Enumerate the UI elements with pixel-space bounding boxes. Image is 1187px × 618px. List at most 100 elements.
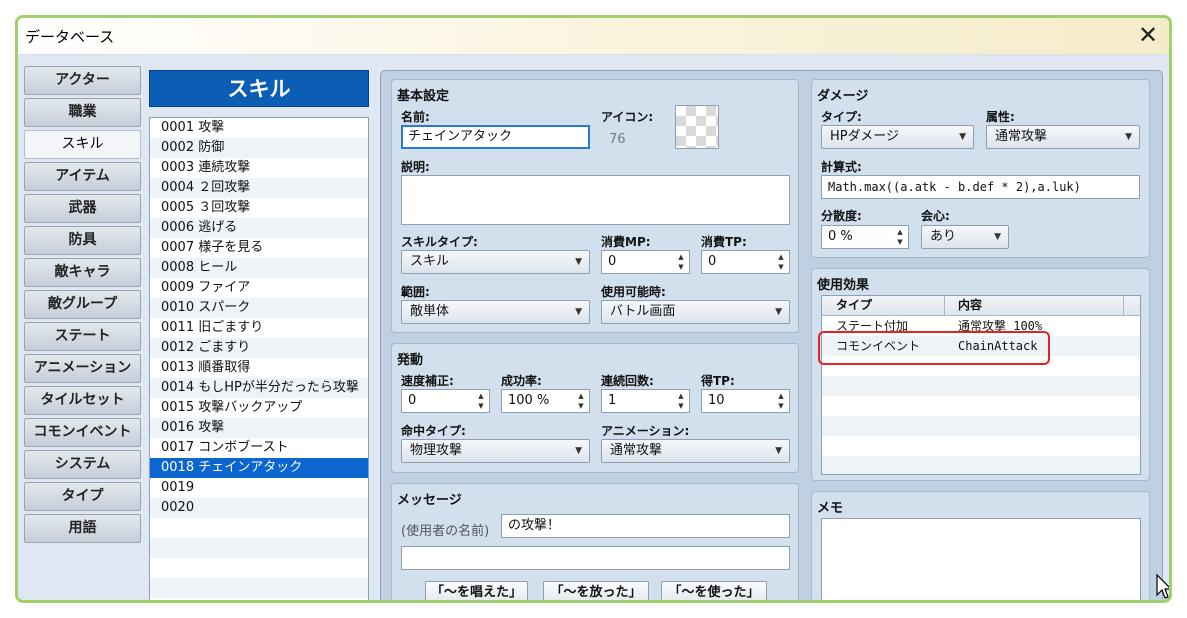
skill-icon-picker[interactable] — [675, 105, 719, 149]
list-item[interactable]: 0003 連続攻撃 — [150, 158, 368, 178]
column-divider[interactable] — [1123, 296, 1124, 316]
chevron-down-icon: ▼ — [575, 307, 582, 317]
tp-gain-value: 10 — [708, 393, 725, 408]
list-item[interactable]: 0006 逃げる — [150, 218, 368, 238]
tp-gain-stepper[interactable]: 10 ▲ ▼ — [701, 389, 790, 413]
table-row[interactable] — [822, 456, 1140, 474]
tab-5[interactable]: 防具 — [24, 226, 141, 255]
list-item[interactable]: 0004 ２回攻撃 — [150, 178, 368, 198]
tab-7[interactable]: 敵グループ — [24, 290, 141, 319]
list-item[interactable]: 0005 ３回攻撃 — [150, 198, 368, 218]
animation-select[interactable]: 通常攻撃 ▼ — [601, 439, 790, 463]
list-item[interactable]: 0020 — [150, 498, 368, 518]
name-input[interactable]: チェインアタック — [401, 125, 590, 149]
spin-arrows-icon[interactable]: ▲ ▼ — [476, 391, 486, 411]
table-row[interactable] — [822, 376, 1140, 396]
skill-list[interactable]: 0001 攻撃 0002 防御 0003 連続攻撃 0004 ２回攻撃 0005 ３回攻… — [149, 117, 369, 600]
list-item[interactable]: 0017 コンボブースト — [150, 438, 368, 458]
mp-cost-stepper[interactable]: 0 ▲ ▼ — [601, 250, 690, 274]
icon-label: アイコン: — [601, 110, 654, 124]
list-item[interactable]: 0007 様子を見る — [150, 238, 368, 258]
formula-input[interactable]: Math.max((a.atk - b.def * 2),a.luk) — [821, 175, 1140, 199]
tab-6[interactable]: 敵キャラ — [24, 258, 141, 287]
list-item[interactable]: 0018 チェインアタック — [150, 458, 368, 478]
list-item[interactable]: 0013 順番取得 — [150, 358, 368, 378]
critical-select[interactable]: あり ▼ — [921, 225, 1009, 249]
effects-table[interactable]: タイプ 内容 ステート付加 通常攻撃 100% コモンイベント ChainAttack — [821, 295, 1141, 475]
message-line1-input[interactable]: の攻撃！ — [501, 514, 790, 538]
description-input[interactable] — [401, 175, 790, 225]
spin-arrows-icon[interactable]: ▲ ▼ — [676, 252, 686, 272]
tab-1[interactable]: 職業 — [24, 98, 141, 127]
use-message-button[interactable]: 「～を使った」 — [661, 581, 767, 600]
list-item[interactable]: 0008 ヒール — [150, 258, 368, 278]
repeat-label: 連続回数: — [601, 374, 654, 388]
list-item[interactable] — [150, 558, 368, 578]
cast-message-button[interactable]: 「～を唱えた」 — [425, 581, 528, 600]
list-item[interactable]: 0001 攻撃 — [150, 118, 368, 138]
name-label: 名前: — [401, 110, 430, 124]
note-input[interactable] — [821, 518, 1141, 600]
tab-0[interactable]: アクター — [24, 66, 141, 95]
spin-arrows-icon[interactable]: ▲ ▼ — [676, 391, 686, 411]
tab-11[interactable]: コモンイベント — [24, 418, 141, 447]
table-row[interactable] — [822, 416, 1140, 436]
list-item[interactable]: 0019 — [150, 478, 368, 498]
release-message-button[interactable]: 「～を放った」 — [543, 581, 649, 600]
mouse-cursor-icon — [1156, 573, 1169, 599]
list-item[interactable]: 0012 ごますり — [150, 338, 368, 358]
tp-gain-label: 得TP: — [701, 374, 735, 388]
spin-arrows-icon[interactable]: ▲ ▼ — [576, 391, 586, 411]
hit-type-label: 命中タイプ: — [401, 424, 466, 438]
tab-13[interactable]: タイプ — [24, 482, 141, 511]
tab-9[interactable]: アニメーション — [24, 354, 141, 383]
tab-4[interactable]: 武器 — [24, 194, 141, 223]
skill-type-value: スキル — [410, 254, 450, 269]
hit-type-select[interactable]: 物理攻撃 ▼ — [401, 439, 590, 463]
message-line2-input[interactable] — [401, 546, 790, 570]
occasion-select[interactable]: バトル画面 ▼ — [601, 300, 790, 324]
variance-stepper[interactable]: 0 % ▲ ▼ — [821, 225, 909, 249]
close-icon[interactable]: ✕ — [1133, 21, 1163, 51]
invocation-header: 発動 — [397, 353, 424, 368]
tab-10[interactable]: タイルセット — [24, 386, 141, 415]
speed-stepper[interactable]: 0 ▲ ▼ — [401, 389, 490, 413]
list-item[interactable] — [150, 578, 368, 598]
list-item[interactable]: 0009 ファイア — [150, 278, 368, 298]
tab-12[interactable]: システム — [24, 450, 141, 479]
tp-cost-label: 消費TP: — [701, 235, 747, 249]
list-item[interactable]: 0016 攻撃 — [150, 418, 368, 438]
tab-2[interactable]: スキル — [24, 130, 141, 159]
spin-arrows-icon[interactable]: ▲ ▼ — [776, 252, 786, 272]
scope-select[interactable]: 敵単体 ▼ — [401, 300, 590, 324]
tab-8[interactable]: ステート — [24, 322, 141, 351]
col-type-header[interactable]: タイプ — [836, 296, 872, 315]
list-item[interactable] — [150, 538, 368, 558]
list-item[interactable] — [150, 598, 368, 600]
list-item[interactable]: 0002 防御 — [150, 138, 368, 158]
element-value: 通常攻撃 — [995, 129, 1048, 144]
spin-arrows-icon[interactable]: ▲ ▼ — [895, 227, 905, 247]
list-item[interactable]: 0015 攻撃バックアップ — [150, 398, 368, 418]
chevron-down-icon: ▼ — [959, 132, 966, 142]
skill-type-select[interactable]: スキル ▼ — [401, 250, 590, 274]
tab-14[interactable]: 用語 — [24, 514, 141, 543]
table-row[interactable] — [822, 436, 1140, 456]
success-stepper[interactable]: 100 % ▲ ▼ — [501, 389, 590, 413]
repeat-stepper[interactable]: 1 ▲ ▼ — [601, 389, 690, 413]
table-row[interactable] — [822, 396, 1140, 416]
column-divider[interactable] — [944, 296, 945, 316]
tp-cost-stepper[interactable]: 0 ▲ ▼ — [701, 250, 790, 274]
col-content-header[interactable]: 内容 — [958, 296, 982, 315]
list-item[interactable]: 0010 スパーク — [150, 298, 368, 318]
list-item[interactable]: 0014 もしHPが半分だったら攻撃 — [150, 378, 368, 398]
spin-arrows-icon[interactable]: ▲ ▼ — [776, 391, 786, 411]
tab-3[interactable]: アイテム — [24, 162, 141, 191]
list-item[interactable] — [150, 518, 368, 538]
invocation-section: 発動 速度補正: 0 ▲ ▼ 成功率: 100 % ▲ ▼ 連続回数: 1 ▲ ▼ 得TP:… — [391, 343, 799, 473]
note-header: メモ — [817, 501, 844, 516]
damage-type-select[interactable]: HPダメージ ▼ — [821, 125, 974, 149]
list-item[interactable]: 0011 旧ごますり — [150, 318, 368, 338]
element-select[interactable]: 通常攻撃 ▼ — [986, 125, 1140, 149]
skill-list-panel: スキル 0001 攻撃 0002 防御 0003 連続攻撃 0004 ２回攻撃 0005… — [149, 70, 369, 600]
